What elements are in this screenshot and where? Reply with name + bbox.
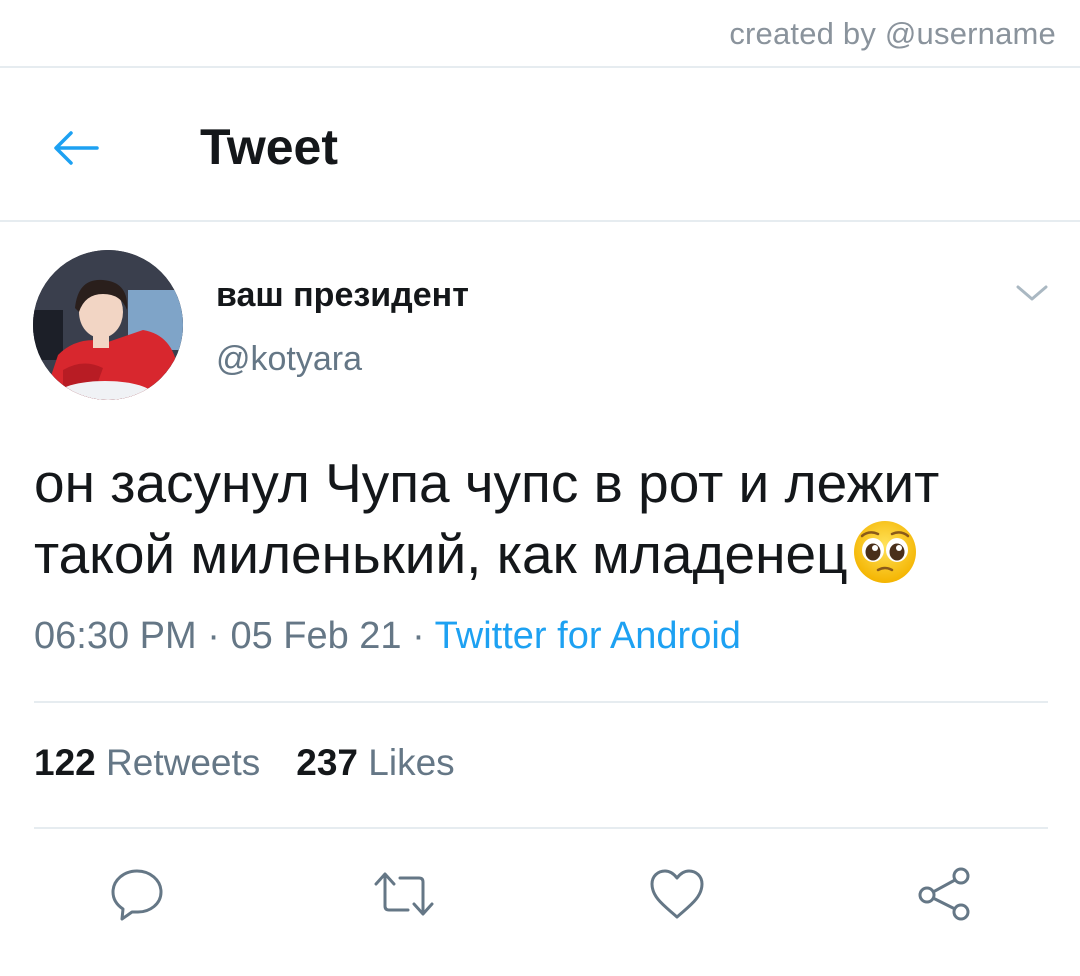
reply-icon xyxy=(111,869,163,921)
author-display-name[interactable]: ваш президент xyxy=(216,276,469,315)
arrow-left-icon xyxy=(54,131,99,165)
meta-separator: · xyxy=(196,615,231,657)
chevron-down-icon xyxy=(1016,285,1048,301)
author-handle[interactable]: @kotyara xyxy=(216,340,362,379)
tweet-time: 06:30 PM xyxy=(34,615,197,657)
more-options-button[interactable] xyxy=(1010,278,1054,308)
stats-divider xyxy=(34,827,1048,829)
tweet-meta: 06:30 PM · 05 Feb 21 · Twitter for Andro… xyxy=(34,615,741,658)
like-button[interactable] xyxy=(645,862,709,926)
tweet-date: 05 Feb 21 xyxy=(230,615,402,657)
share-icon xyxy=(918,867,970,921)
avatar[interactable] xyxy=(33,250,183,400)
back-button[interactable] xyxy=(44,118,108,178)
avatar-photo xyxy=(33,250,183,400)
retweet-button[interactable] xyxy=(372,862,436,926)
header-divider xyxy=(0,220,1080,222)
meta-separator: · xyxy=(401,615,435,657)
tweet-body: он засунул Чупа чупс в рот и лежит такой… xyxy=(34,448,1064,602)
page-title: Tweet xyxy=(200,119,338,175)
retweets-label: Retweets xyxy=(106,742,261,783)
retweets-count: 122 xyxy=(34,742,96,783)
tweet-detail-screen: created by @username Tweet ваш президент… xyxy=(0,0,1080,976)
reply-button[interactable] xyxy=(105,862,169,926)
share-button[interactable] xyxy=(912,862,976,926)
heart-icon xyxy=(650,869,704,919)
tweet-source-link[interactable]: Twitter for Android xyxy=(435,615,741,657)
tweet-stats: 122 Retweets 237 Likes xyxy=(34,742,455,784)
top-divider xyxy=(0,66,1080,68)
meta-divider xyxy=(34,701,1048,703)
likes-count: 237 xyxy=(296,742,358,783)
retweet-icon xyxy=(374,872,434,916)
tweet-text: он засунул Чупа чупс в рот и лежит такой… xyxy=(34,452,940,585)
retweets-stat[interactable]: 122 Retweets xyxy=(34,742,260,783)
pleading-face-emoji xyxy=(852,519,918,602)
likes-stat[interactable]: 237 Likes xyxy=(296,742,454,783)
likes-label: Likes xyxy=(368,742,455,783)
credit-watermark: created by @username xyxy=(729,16,1056,51)
